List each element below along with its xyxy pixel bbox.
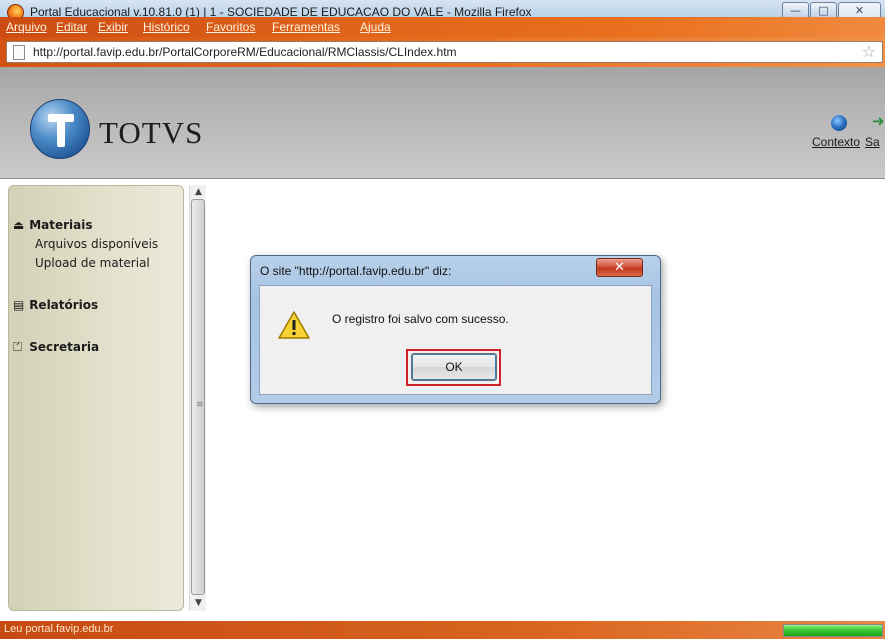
sidebar-subitem-arquivos[interactable]: Arquivos disponíveis [35,237,158,251]
totvs-logo-icon [30,99,90,159]
sair-link[interactable]: Sa [865,135,880,149]
contexto-link[interactable]: Contexto [812,135,860,149]
globe-icon[interactable] [831,115,847,131]
sidebar-scrollbar[interactable]: ▲ ≡ ▼ [189,185,206,611]
sidebar-item-relatorios[interactable]: ▤ Relatórios [13,298,98,312]
scrollbar-thumb[interactable]: ≡ [191,199,205,595]
address-bar[interactable]: http://portal.favip.edu.br/PortalCorpore… [6,41,883,63]
status-text: Leu portal.favip.edu.br [4,623,114,635]
progress-fill [784,625,882,636]
address-url[interactable]: http://portal.favip.edu.br/PortalCorpore… [33,45,457,59]
menu-ferramentas[interactable]: Ferramentas [272,20,340,34]
status-bar: Leu portal.favip.edu.br [0,621,885,639]
sidebar-item-label: Materiais [29,218,93,232]
brand-name: TOTVS [99,115,204,150]
dialog-body: O registro foi salvo com sucesso. OK [259,285,652,395]
ok-button[interactable]: OK [411,353,497,381]
bookmark-star-icon[interactable]: ☆ [862,42,876,61]
box-icon: ⏏ [13,218,25,232]
alert-dialog: O site "http://portal.favip.edu.br" diz:… [250,255,661,404]
dialog-title: O site "http://portal.favip.edu.br" diz: [260,264,452,278]
portal-header: TOTVS ➜ Contexto Sa [0,67,885,179]
scroll-up-icon[interactable]: ▲ [190,185,207,200]
sidebar-item-label: Relatórios [29,298,99,312]
sidebar-subitem-upload[interactable]: Upload de material [35,256,150,270]
navigation-bar: http://portal.favip.edu.br/PortalCorpore… [0,37,885,67]
dialog-close-button[interactable]: ✕ [596,258,643,277]
sidebar-item-materiais[interactable]: ⏏ Materiais [13,218,93,232]
report-icon: ▤ [13,298,25,312]
dialog-message: O registro foi salvo com sucesso. [332,312,509,326]
sidebar-item-secretaria[interactable]: ⏍ Secretaria [13,340,99,355]
menu-editar[interactable]: Editar [56,20,87,34]
menu-arquivo[interactable]: Arquivo [6,20,47,34]
sidebar-item-label: Secretaria [29,340,100,354]
menu-favoritos[interactable]: Favoritos [206,20,255,34]
exit-icon[interactable]: ➜ [872,112,885,130]
menu-ajuda[interactable]: Ajuda [360,20,391,34]
page-icon [13,45,25,60]
scroll-down-icon[interactable]: ▼ [190,596,207,611]
progress-bar [783,624,883,637]
sidebar-menu: ⏏ Materiais Arquivos disponíveis Upload … [8,185,184,611]
menu-exibir[interactable]: Exibir [98,20,128,34]
menu-bar: Arquivo Editar Exibir Histórico Favorito… [0,17,885,37]
clipboard-icon: ⏍ [13,340,23,354]
warning-icon [278,311,310,339]
menu-historico[interactable]: Histórico [143,20,190,34]
